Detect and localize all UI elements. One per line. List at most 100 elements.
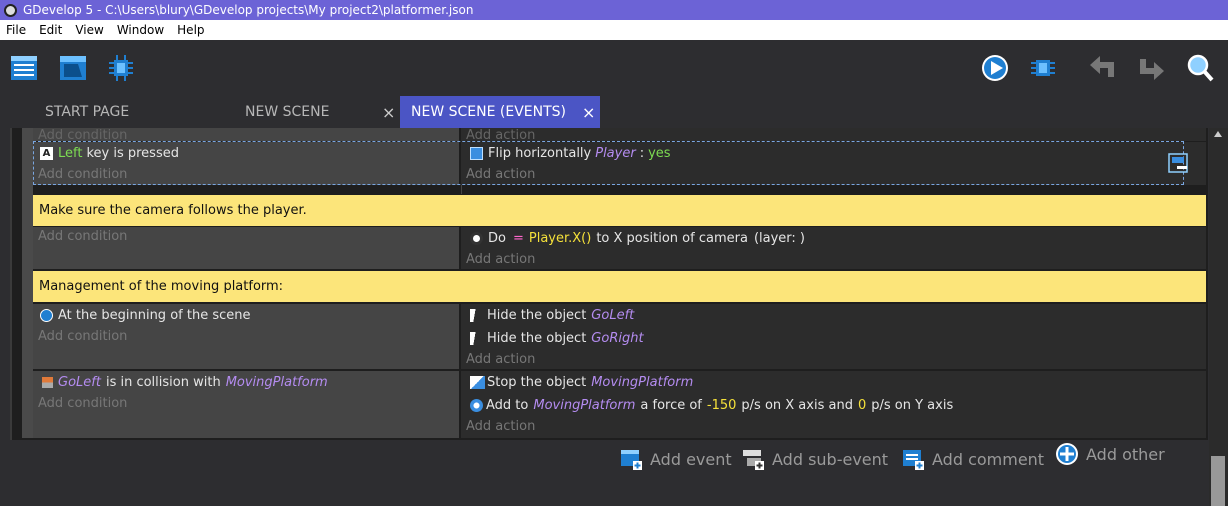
scroll-up-icon[interactable] bbox=[1214, 131, 1222, 137]
menu-view[interactable]: View bbox=[75, 23, 103, 37]
condition-collision[interactable]: GoLeft is in collision with MovingPlatfo… bbox=[42, 373, 328, 391]
action-text: Stop the object bbox=[487, 374, 587, 390]
add-comment-button[interactable]: Add comment bbox=[902, 448, 1044, 470]
menu-bar: File Edit View Window Help bbox=[0, 20, 1228, 40]
tab-new-scene-close[interactable]: × bbox=[382, 96, 395, 128]
event-options-button[interactable] bbox=[1168, 153, 1188, 173]
action-hide-goleft[interactable]: Hide the object GoLeft bbox=[470, 306, 634, 324]
param-number: -150 bbox=[706, 397, 737, 413]
project-manager-icon bbox=[11, 56, 37, 80]
add-subevent-icon bbox=[743, 450, 764, 470]
action-text: Hide the object bbox=[487, 330, 587, 346]
preview-button[interactable] bbox=[980, 53, 1010, 83]
action-text: p/s on X axis and bbox=[741, 397, 853, 413]
search-button[interactable] bbox=[1185, 53, 1215, 83]
add-condition-link[interactable]: Add condition bbox=[38, 128, 127, 141]
condition-text: is in collision with bbox=[105, 374, 221, 390]
action-text: p/s on Y axis bbox=[871, 397, 954, 413]
gdevelop-logo-icon bbox=[4, 3, 17, 17]
add-action-link[interactable]: Add action bbox=[466, 252, 535, 267]
scene-properties-button[interactable] bbox=[58, 53, 88, 83]
tab-label: NEW SCENE (EVENTS) bbox=[411, 104, 566, 120]
comment-text: Management of the moving platform: bbox=[39, 279, 284, 294]
comment-text: Make sure the camera follows the player. bbox=[39, 203, 307, 218]
collision-icon bbox=[42, 376, 53, 388]
selected-event-outline bbox=[33, 141, 1184, 185]
add-circle-icon bbox=[1056, 443, 1078, 465]
debugger-button[interactable] bbox=[106, 53, 136, 83]
event-rail bbox=[22, 128, 33, 438]
param-object: GoLeft bbox=[591, 307, 635, 323]
undo-button[interactable] bbox=[1088, 53, 1118, 83]
add-event-button[interactable]: Add event bbox=[620, 448, 732, 470]
add-other-button[interactable]: Add other bbox=[1055, 442, 1165, 466]
network-debugger-icon bbox=[1031, 60, 1055, 76]
redo-button[interactable] bbox=[1136, 53, 1166, 83]
add-action-link[interactable]: Add action bbox=[466, 352, 535, 367]
action-camera-x[interactable]: Do = Player.X() to X position of camera … bbox=[470, 229, 805, 247]
add-condition-link[interactable]: Add condition bbox=[38, 229, 127, 244]
redo-icon bbox=[1140, 59, 1164, 80]
param-object: GoRight bbox=[591, 330, 644, 346]
add-comment-icon bbox=[903, 450, 924, 470]
scrollbar-thumb[interactable] bbox=[1211, 456, 1225, 506]
tab-new-scene[interactable]: NEW SCENE bbox=[245, 96, 329, 128]
divider bbox=[461, 185, 462, 194]
add-event-label: Add event bbox=[650, 449, 732, 469]
camera-icon bbox=[470, 231, 483, 245]
action-text: Add to bbox=[486, 397, 529, 413]
hide-object-icon bbox=[470, 308, 480, 322]
action-stop-object[interactable]: Stop the object MovingPlatform bbox=[470, 373, 693, 391]
hide-object-icon bbox=[470, 331, 480, 345]
action-add-force[interactable]: Add to MovingPlatform a force of -150 p/… bbox=[470, 396, 953, 414]
event-add-links: Add event Add sub-event Add comment Add … bbox=[0, 442, 1208, 474]
condition-scene-start[interactable]: At the beginning of the scene bbox=[40, 306, 250, 324]
event-options-icon bbox=[1168, 153, 1188, 173]
tab-start-page[interactable]: START PAGE bbox=[45, 96, 129, 128]
param-object: MovingPlatform bbox=[591, 374, 694, 390]
action-text: to X position of camera bbox=[596, 230, 748, 246]
add-action-link[interactable]: Add action bbox=[466, 128, 535, 141]
action-text: Do bbox=[488, 230, 506, 246]
tab-new-scene-events[interactable]: NEW SCENE (EVENTS) × bbox=[400, 96, 600, 128]
tab-bar: START PAGE NEW SCENE × NEW SCENE (EVENTS… bbox=[0, 96, 1228, 128]
close-icon[interactable]: × bbox=[582, 103, 595, 122]
param-expression: Player.X() bbox=[528, 230, 592, 246]
param-number: 0 bbox=[857, 397, 867, 413]
param-operator: = bbox=[512, 230, 524, 246]
network-debugger-button[interactable] bbox=[1028, 53, 1058, 83]
preview-play-icon bbox=[982, 55, 1008, 81]
undo-icon bbox=[1090, 56, 1114, 77]
add-comment-label: Add comment bbox=[932, 449, 1045, 469]
menu-window[interactable]: Window bbox=[117, 23, 164, 37]
action-text: Hide the object bbox=[487, 307, 587, 323]
add-action-link[interactable]: Add action bbox=[466, 419, 535, 434]
close-icon: × bbox=[382, 102, 396, 122]
param-object: MovingPlatform bbox=[533, 397, 636, 413]
add-condition-link[interactable]: Add condition bbox=[38, 396, 127, 411]
action-hide-goright[interactable]: Hide the object GoRight bbox=[470, 329, 644, 347]
title-bar: GDevelop 5 - C:\Users\blury\GDevelop pro… bbox=[0, 0, 1228, 20]
scene-start-icon bbox=[40, 308, 53, 322]
action-cell bbox=[461, 128, 1206, 141]
param-layer: (layer: ) bbox=[753, 230, 805, 246]
menu-file[interactable]: File bbox=[6, 23, 26, 37]
menu-edit[interactable]: Edit bbox=[39, 23, 62, 37]
menu-help[interactable]: Help bbox=[177, 23, 204, 37]
add-other-label: Add other bbox=[1086, 444, 1165, 464]
condition-text: At the beginning of the scene bbox=[58, 307, 251, 323]
comment-event[interactable]: Management of the moving platform: bbox=[33, 271, 1206, 302]
force-icon bbox=[470, 398, 483, 412]
add-event-icon bbox=[621, 450, 642, 470]
project-manager-button[interactable] bbox=[9, 53, 39, 83]
vertical-scrollbar[interactable] bbox=[1209, 128, 1228, 506]
add-condition-link[interactable]: Add condition bbox=[38, 329, 127, 344]
comment-event[interactable]: Make sure the camera follows the player. bbox=[33, 195, 1206, 226]
add-subevent-label: Add sub-event bbox=[772, 449, 889, 469]
toolbar bbox=[0, 40, 1228, 96]
sheet-left-border bbox=[10, 128, 12, 440]
tab-label: START PAGE bbox=[45, 104, 130, 120]
add-subevent-button[interactable]: Add sub-event bbox=[742, 448, 888, 470]
param-object: MovingPlatform bbox=[225, 374, 328, 390]
param-object: GoLeft bbox=[58, 374, 101, 390]
